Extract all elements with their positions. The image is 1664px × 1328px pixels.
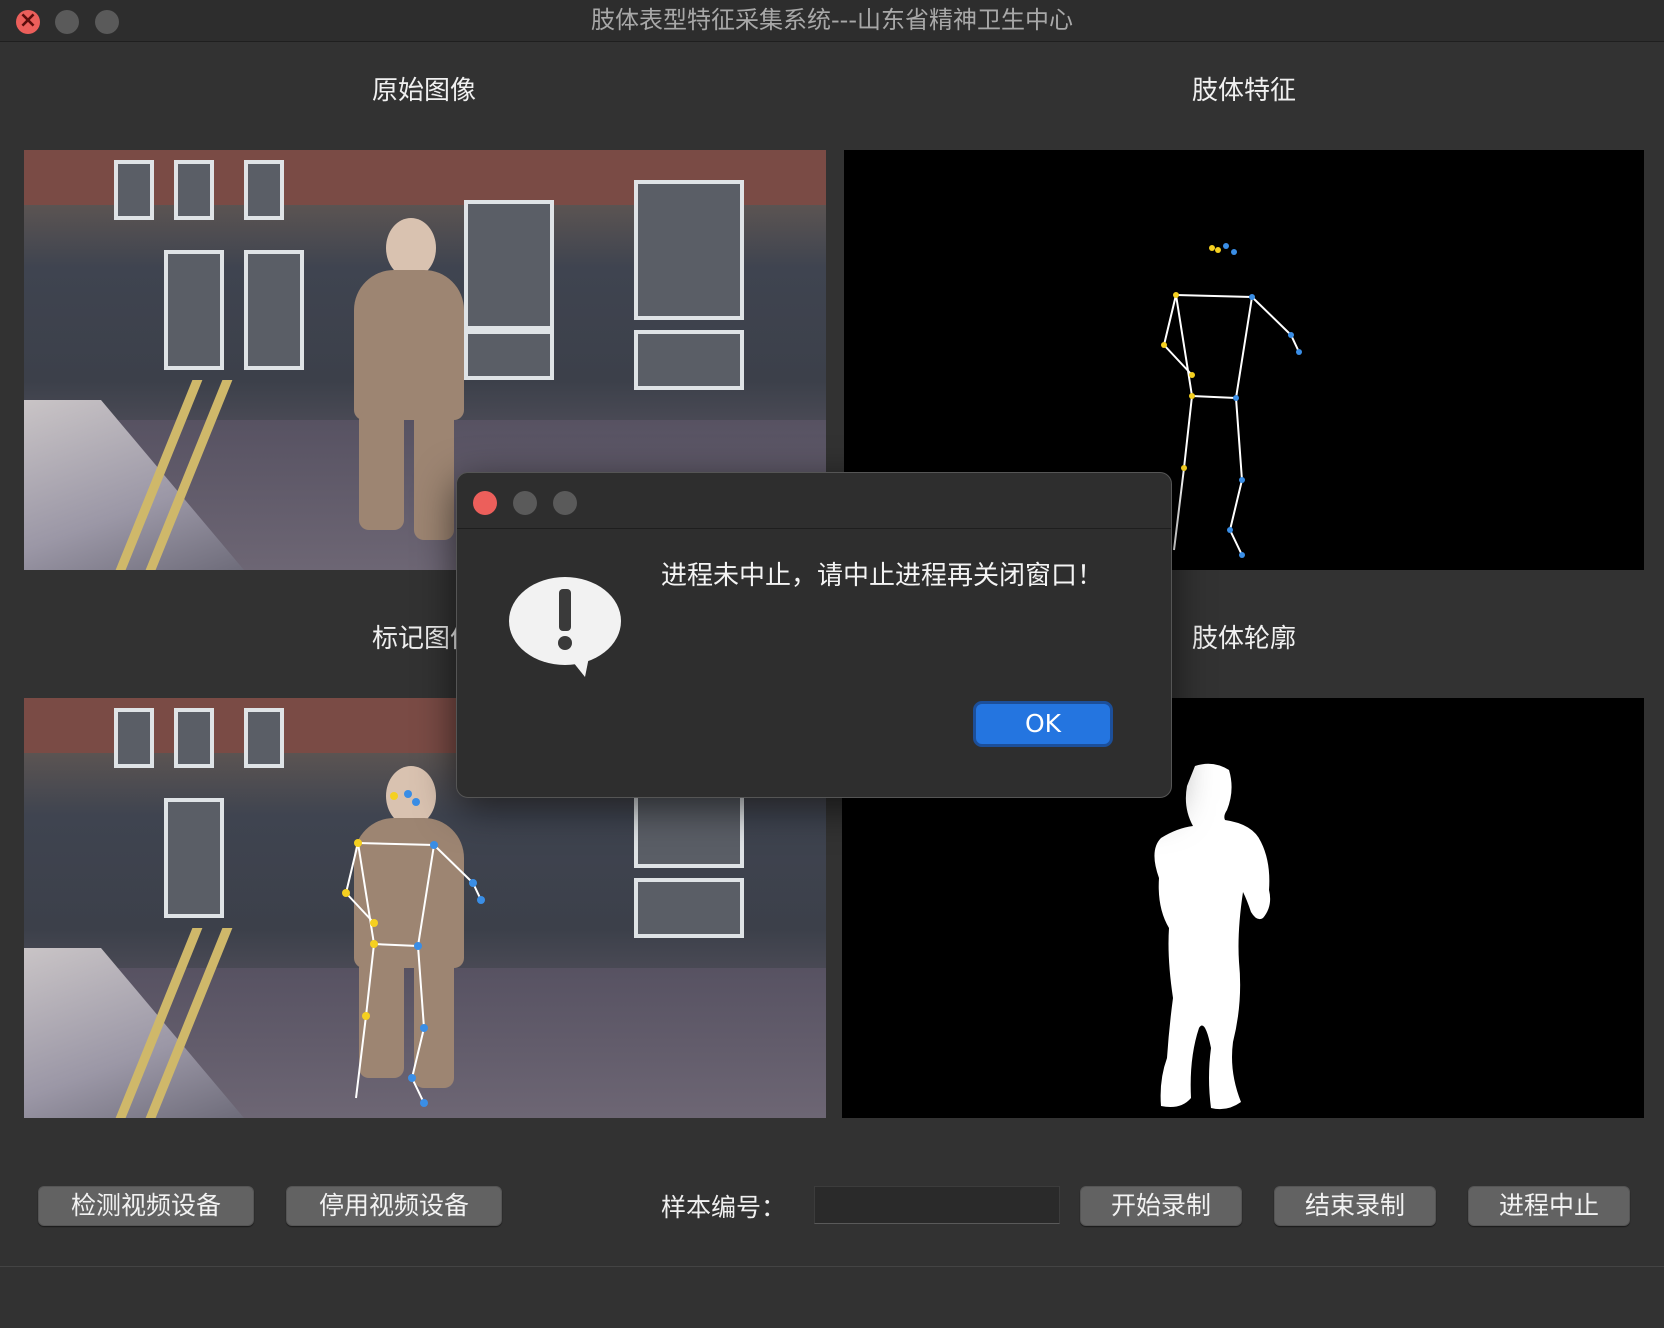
skeleton-torso-left — [1175, 294, 1193, 397]
dialog-minimize-button — [513, 491, 537, 515]
end-recording-button[interactable]: 结束录制 — [1274, 1186, 1436, 1226]
exclamation-bubble-icon — [509, 577, 621, 677]
dialog-title-bar — [457, 473, 1171, 529]
window-pane — [244, 160, 284, 220]
window-pane — [174, 160, 214, 220]
person-leg — [414, 410, 454, 540]
stop-video-device-button[interactable]: 停用视频设备 — [286, 1186, 502, 1226]
window-pane — [164, 250, 224, 370]
detect-video-device-button[interactable]: 检测视频设备 — [38, 1186, 254, 1226]
dialog-message: 进程未中止，请中止进程再关闭窗口！ — [661, 561, 1104, 591]
alert-dialog: 进程未中止，请中止进程再关闭窗口！ OK — [456, 472, 1172, 798]
window-pane — [464, 330, 554, 380]
dialog-close-button[interactable] — [473, 491, 497, 515]
skeleton-right-arm — [1175, 294, 1300, 353]
start-recording-button[interactable]: 开始录制 — [1080, 1186, 1242, 1226]
person-leg — [359, 410, 404, 530]
person-head — [386, 218, 436, 278]
window-title: 肢体表型特征采集系统---山东省精神卫生中心 — [591, 6, 1073, 34]
skeleton-left-leg — [1173, 395, 1193, 551]
limb-features-label: 肢体特征 — [1191, 76, 1296, 106]
original-image-label: 原始图像 — [371, 76, 476, 106]
ok-button[interactable]: OK — [973, 701, 1113, 747]
skeleton-torso-right — [1235, 296, 1253, 399]
skeleton-hip — [1191, 395, 1237, 399]
person-torso — [354, 270, 464, 420]
title-bar: 肢体表型特征采集系统---山东省精神卫生中心 — [0, 0, 1664, 42]
window-pane — [464, 200, 554, 330]
sample-id-input[interactable] — [814, 1186, 1060, 1224]
skeleton-joints-yellow — [1161, 245, 1221, 471]
sample-id-label: 样本编号： — [661, 1193, 787, 1222]
window-pane — [114, 160, 154, 220]
status-bar — [0, 1266, 1664, 1328]
window-pane — [244, 250, 304, 370]
window-pane — [634, 330, 744, 390]
window-pane — [634, 180, 744, 320]
abort-process-button[interactable]: 进程中止 — [1468, 1186, 1630, 1226]
dialog-zoom-button — [553, 491, 577, 515]
